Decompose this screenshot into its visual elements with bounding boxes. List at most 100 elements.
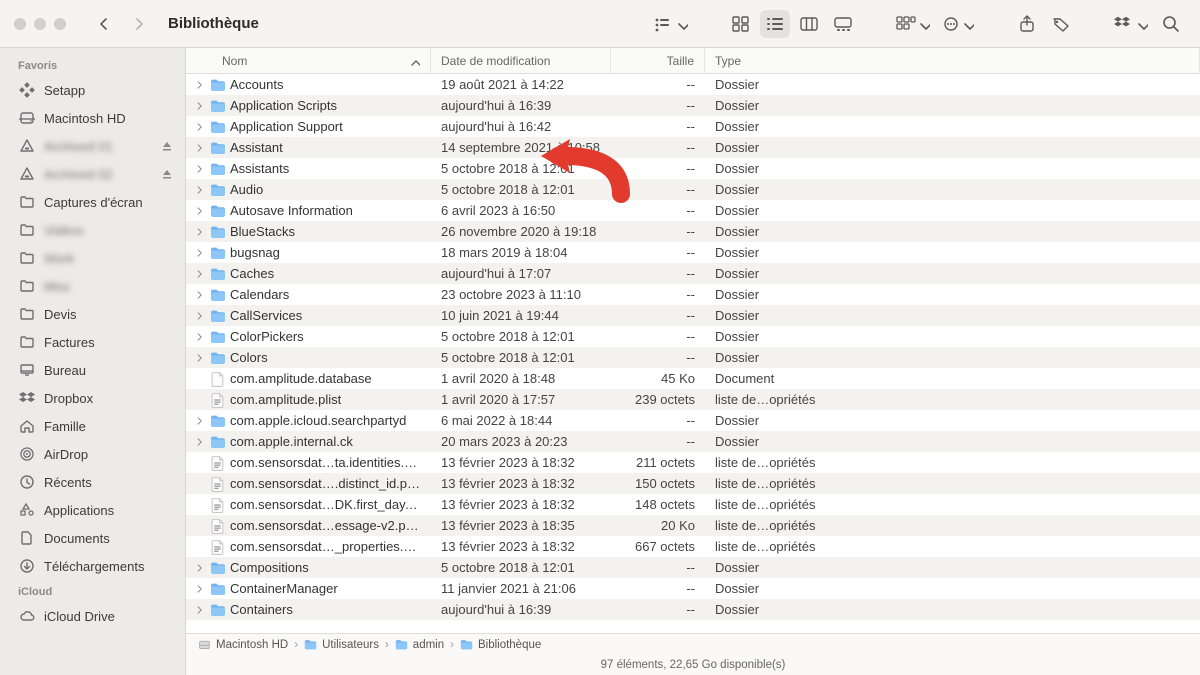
table-row[interactable]: CallServices10 juin 2021 à 19:44--Dossie…	[186, 305, 1200, 326]
breadcrumb[interactable]: Macintosh HD	[198, 638, 288, 652]
sidebar-item[interactable]: Work	[0, 244, 185, 272]
disclosure-icon[interactable]	[194, 352, 206, 364]
arrange-button[interactable]	[892, 10, 934, 38]
disclosure-icon[interactable]	[194, 331, 206, 343]
file-name: com.apple.internal.ck	[230, 434, 353, 449]
column-date[interactable]: Date de modification	[431, 48, 611, 73]
disclosure-icon[interactable]	[194, 184, 206, 196]
table-row[interactable]: Assistants5 octobre 2018 à 12:01--Dossie…	[186, 158, 1200, 179]
breadcrumb[interactable]: Utilisateurs	[304, 638, 379, 652]
table-row[interactable]: com.sensorsdat…DK.first_day.plist13 févr…	[186, 494, 1200, 515]
disclosure-icon[interactable]	[194, 121, 206, 133]
zoom-icon[interactable]	[54, 18, 66, 30]
sidebar-item[interactable]: Devis	[0, 300, 185, 328]
sidebar-item[interactable]: Applications	[0, 496, 185, 524]
sidebar-item[interactable]: Bureau	[0, 356, 185, 384]
breadcrumb[interactable]: Bibliothèque	[460, 638, 541, 652]
eject-icon[interactable]	[161, 168, 173, 180]
sidebar-item[interactable]: Dropbox	[0, 384, 185, 412]
disclosure-icon[interactable]	[194, 205, 206, 217]
table-row[interactable]: com.sensorsdat…ta.identities.plist13 fév…	[186, 452, 1200, 473]
sidebar-item-label: Setapp	[44, 83, 85, 98]
table-row[interactable]: com.apple.icloud.searchpartyd6 mai 2022 …	[186, 410, 1200, 431]
plist-icon	[210, 539, 226, 555]
minimize-icon[interactable]	[34, 18, 46, 30]
table-row[interactable]: Autosave Information6 avril 2023 à 16:50…	[186, 200, 1200, 221]
table-row[interactable]: Application Supportaujourd'hui à 16:42--…	[186, 116, 1200, 137]
disclosure-icon[interactable]	[194, 142, 206, 154]
table-row[interactable]: com.sensorsdat…_properties.plist13 févri…	[186, 536, 1200, 557]
house-icon	[18, 417, 36, 435]
sidebar-item[interactable]: Téléchargements	[0, 552, 185, 580]
disclosure-icon[interactable]	[194, 436, 206, 448]
sidebar-item[interactable]: iCloud Drive	[0, 602, 185, 630]
disclosure-icon[interactable]	[194, 268, 206, 280]
sidebar-item[interactable]: Factures	[0, 328, 185, 356]
sidebar-item[interactable]: Récents	[0, 468, 185, 496]
back-button[interactable]	[90, 10, 118, 38]
eject-icon[interactable]	[161, 140, 173, 152]
disclosure-icon[interactable]	[194, 604, 206, 616]
sidebar-item[interactable]: Setapp	[0, 76, 185, 104]
share-button[interactable]	[1012, 10, 1042, 38]
view-switcher	[726, 10, 858, 38]
table-row[interactable]: Application Scriptsaujourd'hui à 16:39--…	[186, 95, 1200, 116]
sidebar-item[interactable]: Vidéos	[0, 216, 185, 244]
disclosure-icon[interactable]	[194, 226, 206, 238]
disclosure-icon[interactable]	[194, 79, 206, 91]
table-row[interactable]: Audio5 octobre 2018 à 12:01--Dossier	[186, 179, 1200, 200]
table-row[interactable]: ContainerManager11 janvier 2021 à 21:06-…	[186, 578, 1200, 599]
search-button[interactable]	[1156, 10, 1186, 38]
table-row[interactable]: com.sensorsdat….distinct_id.plist13 févr…	[186, 473, 1200, 494]
disclosure-icon[interactable]	[194, 310, 206, 322]
table-row[interactable]: com.apple.internal.ck20 mars 2023 à 20:2…	[186, 431, 1200, 452]
disclosure-icon[interactable]	[194, 100, 206, 112]
table-row[interactable]: com.amplitude.plist1 avril 2020 à 17:572…	[186, 389, 1200, 410]
view-icons-button[interactable]	[726, 10, 756, 38]
table-row[interactable]: Assistant14 septembre 2021 à 10:58--Doss…	[186, 137, 1200, 158]
sidebar-item[interactable]: Captures d'écran	[0, 188, 185, 216]
tags-button[interactable]	[1046, 10, 1076, 38]
column-type[interactable]: Type	[705, 48, 1200, 73]
sidebar-item[interactable]: AirDrop	[0, 440, 185, 468]
column-size[interactable]: Taille	[611, 48, 705, 73]
breadcrumb[interactable]: admin	[395, 638, 444, 652]
table-row[interactable]: Compositions5 octobre 2018 à 12:01--Doss…	[186, 557, 1200, 578]
table-row[interactable]: Cachesaujourd'hui à 17:07--Dossier	[186, 263, 1200, 284]
disclosure-icon[interactable]	[194, 562, 206, 574]
file-size: --	[611, 560, 705, 575]
table-row[interactable]: Calendars23 octobre 2023 à 11:10--Dossie…	[186, 284, 1200, 305]
disclosure-icon[interactable]	[194, 415, 206, 427]
close-icon[interactable]	[14, 18, 26, 30]
disclosure-icon[interactable]	[194, 289, 206, 301]
table-row[interactable]: com.sensorsdat…essage-v2.plist13 février…	[186, 515, 1200, 536]
sidebar-item[interactable]: Misc	[0, 272, 185, 300]
view-list-button[interactable]	[760, 10, 790, 38]
group-by-button[interactable]	[650, 10, 692, 38]
sidebar-item[interactable]: Archived 02	[0, 160, 185, 188]
sidebar-item[interactable]: Documents	[0, 524, 185, 552]
table-row[interactable]: ColorPickers5 octobre 2018 à 12:01--Doss…	[186, 326, 1200, 347]
table-row[interactable]: Colors5 octobre 2018 à 12:01--Dossier	[186, 347, 1200, 368]
disclosure-icon[interactable]	[194, 247, 206, 259]
view-gallery-button[interactable]	[828, 10, 858, 38]
sidebar-item[interactable]: Archived 01	[0, 132, 185, 160]
table-row[interactable]: bugsnag18 mars 2019 à 18:04--Dossier	[186, 242, 1200, 263]
file-type: liste de…opriétés	[705, 518, 1200, 533]
disclosure-icon[interactable]	[194, 163, 206, 175]
dropbox-button[interactable]	[1110, 10, 1152, 38]
file-type: Dossier	[705, 119, 1200, 134]
table-row[interactable]: com.amplitude.database1 avril 2020 à 18:…	[186, 368, 1200, 389]
view-columns-button[interactable]	[794, 10, 824, 38]
forward-button[interactable]	[126, 10, 154, 38]
table-row[interactable]: Containersaujourd'hui à 16:39--Dossier	[186, 599, 1200, 620]
table-row[interactable]: BlueStacks26 novembre 2020 à 19:18--Doss…	[186, 221, 1200, 242]
sidebar-item[interactable]: Macintosh HD	[0, 104, 185, 132]
folder-icon	[210, 413, 226, 429]
disclosure-icon[interactable]	[194, 583, 206, 595]
action-menu-button[interactable]	[938, 10, 978, 38]
table-row[interactable]: Accounts19 août 2021 à 14:22--Dossier	[186, 74, 1200, 95]
sidebar-item[interactable]: Famille	[0, 412, 185, 440]
file-date: 13 février 2023 à 18:32	[431, 476, 611, 491]
column-name[interactable]: Nom	[186, 48, 431, 73]
